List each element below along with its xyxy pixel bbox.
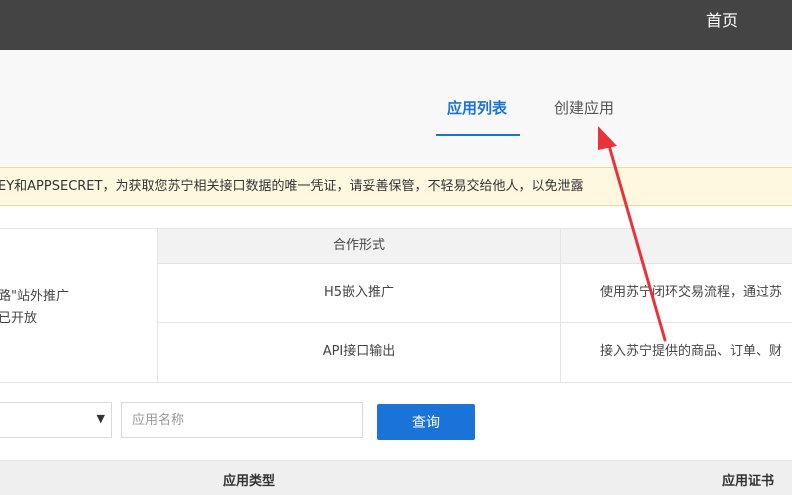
tab-create-app[interactable]: 创建应用	[554, 96, 614, 120]
cooperation-table: 路"站外推广 已开放 合作形式 H5嵌入推广 使用苏宁闭环交易流程，通过苏 AP…	[0, 228, 792, 383]
tab-app-list[interactable]: 应用列表	[447, 96, 507, 120]
cooperation-row: API接口输出 接入苏宁提供的商品、订单、财	[158, 323, 792, 383]
cooperation-row: H5嵌入推广 使用苏宁闭环交易流程，通过苏	[158, 264, 792, 323]
cell-divider	[560, 264, 561, 322]
top-nav-bar: 首页	[0, 0, 792, 50]
cooperation-type-cell: 路"站外推广 已开放	[0, 228, 158, 383]
caret-down-icon: ▼	[96, 412, 105, 425]
header-divider	[560, 229, 561, 263]
cell-divider	[560, 323, 561, 382]
home-link[interactable]: 首页	[706, 0, 738, 50]
cooperation-status-line: 已开放	[0, 311, 38, 326]
column-app-cert: 应用证书	[722, 474, 775, 489]
active-tab-indicator	[436, 134, 520, 136]
column-app-type: 应用类型	[223, 474, 276, 489]
query-button[interactable]: 查询	[377, 404, 475, 440]
app-name-input[interactable]	[121, 402, 363, 438]
cooperation-form-cell: H5嵌入推广	[323, 285, 395, 300]
app-type-select[interactable]: ▼	[0, 402, 112, 438]
sub-header	[0, 50, 792, 166]
cooperation-desc-cell: 使用苏宁闭环交易流程，通过苏	[600, 285, 783, 300]
cooperation-type-line: 路"站外推广	[0, 289, 69, 304]
notice-banner: EY和APPSECRET，为获取您苏宁相关接口数据的唯一凭证，请妥善保管，不轻易…	[0, 167, 792, 206]
cooperation-table-header: 合作形式	[158, 228, 792, 264]
cooperation-desc-cell: 接入苏宁提供的商品、订单、财	[600, 344, 783, 359]
filter-bar: ▼ 查询	[0, 402, 792, 442]
app-list-header: 应用类型 应用证书	[0, 460, 792, 495]
header-cooperation-form: 合作形式	[332, 238, 385, 253]
cooperation-form-cell: API接口输出	[322, 344, 396, 359]
notice-text: EY和APPSECRET，为获取您苏宁相关接口数据的唯一凭证，请妥善保管，不轻易…	[0, 179, 584, 194]
